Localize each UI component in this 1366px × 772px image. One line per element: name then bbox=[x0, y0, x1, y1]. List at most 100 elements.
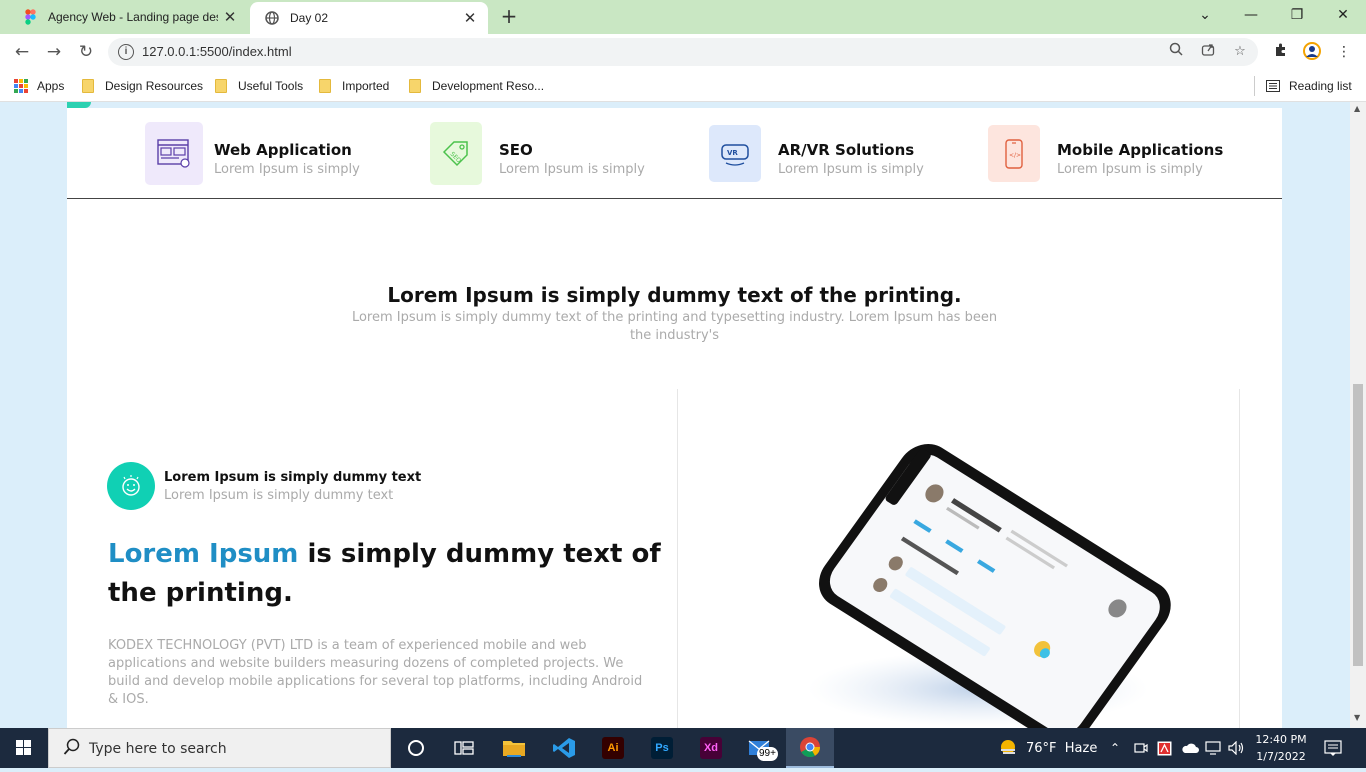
chrome-icon[interactable] bbox=[786, 728, 834, 768]
tab-day-02[interactable]: Day 02 ✕ bbox=[250, 2, 488, 34]
profile-avatar[interactable] bbox=[1302, 42, 1322, 62]
vscode-icon[interactable] bbox=[540, 728, 588, 768]
search-placeholder: Type here to search bbox=[89, 741, 227, 757]
illustrator-icon[interactable]: Ai bbox=[589, 728, 637, 768]
show-hidden-icons-icon[interactable]: ⌃ bbox=[1110, 728, 1120, 768]
start-button[interactable] bbox=[0, 728, 48, 768]
bookmark-imported[interactable]: Imported bbox=[319, 77, 389, 95]
bookmarks-bar: Apps Design Resources Useful Tools Impor… bbox=[0, 70, 1366, 102]
svg-text:VR: VR bbox=[727, 149, 738, 157]
clock-date: 1/7/2022 bbox=[1256, 750, 1306, 763]
share-icon[interactable] bbox=[1198, 42, 1218, 62]
phone-illustration bbox=[808, 443, 1171, 728]
system-clock[interactable]: 12:40 PM 1/7/2022 bbox=[1253, 731, 1309, 765]
taskbar-search[interactable]: Type here to search bbox=[48, 728, 391, 768]
service-subtitle: Lorem Ipsum is simply bbox=[778, 162, 924, 177]
tab-strip: Agency Web - Landing page desi ✕ Day 02 … bbox=[0, 0, 1366, 34]
clock-time: 12:40 PM bbox=[1255, 733, 1307, 746]
tab-search-icon[interactable]: ⌄ bbox=[1182, 0, 1228, 32]
folder-icon bbox=[215, 79, 227, 93]
site-info-icon[interactable]: i bbox=[118, 44, 134, 60]
bookmark-label: Useful Tools bbox=[238, 79, 304, 93]
browser-toolbar: ← → ↻ i 127.0.0.1:5500/index.html ☆ ⋮ bbox=[0, 34, 1366, 70]
scroll-down-arrow-icon[interactable]: ▼ bbox=[1354, 713, 1360, 722]
divider bbox=[1254, 76, 1255, 96]
cortana-icon[interactable] bbox=[392, 728, 440, 768]
search-icon bbox=[63, 738, 81, 760]
service-title: Mobile Applications bbox=[1057, 141, 1224, 159]
zoom-icon[interactable] bbox=[1166, 42, 1186, 62]
reading-list-button[interactable]: Reading list bbox=[1266, 77, 1352, 95]
restore-button[interactable]: ❐ bbox=[1274, 0, 1320, 32]
feature-heading: Lorem Ipsum is simply dummy text of the … bbox=[108, 535, 678, 613]
bookmark-development-resources[interactable]: Development Reso... bbox=[409, 77, 544, 95]
url-text: 127.0.0.1:5500/index.html bbox=[142, 44, 292, 59]
file-explorer-icon[interactable] bbox=[490, 728, 538, 768]
close-window-button[interactable]: ✕ bbox=[1320, 0, 1366, 32]
bookmark-apps[interactable]: Apps bbox=[14, 77, 64, 95]
meet-now-icon[interactable] bbox=[1134, 728, 1148, 768]
windows-taskbar: Type here to search Ai Ps Xd 99+ 76°F Ha… bbox=[0, 728, 1366, 768]
weather-haze-icon bbox=[998, 738, 1018, 758]
tab-close-icon[interactable]: ✕ bbox=[218, 8, 242, 26]
apps-grid-icon bbox=[14, 79, 28, 93]
forward-icon[interactable]: → bbox=[40, 38, 68, 66]
mail-icon[interactable]: 99+ bbox=[737, 728, 785, 768]
minimize-button[interactable]: — bbox=[1228, 0, 1274, 32]
acrobat-icon[interactable] bbox=[1157, 728, 1172, 768]
service-subtitle: Lorem Ipsum is simply bbox=[214, 162, 360, 177]
photoshop-icon[interactable]: Ps bbox=[638, 728, 686, 768]
bookmark-star-icon[interactable]: ☆ bbox=[1230, 42, 1250, 62]
back-icon[interactable]: ← bbox=[8, 38, 36, 66]
reading-list-icon bbox=[1266, 80, 1280, 92]
figma-icon bbox=[22, 9, 38, 25]
adobe-xd-icon[interactable]: Xd bbox=[687, 728, 735, 768]
page-viewport: Web Application Lorem Ipsum is simply SE… bbox=[0, 102, 1350, 728]
network-icon[interactable] bbox=[1205, 728, 1221, 768]
notifications-icon[interactable] bbox=[1324, 728, 1342, 768]
service-subtitle: Lorem Ipsum is simply bbox=[499, 162, 645, 177]
seo-tag-icon: SEO bbox=[430, 122, 482, 185]
service-title: SEO bbox=[499, 141, 533, 159]
extensions-icon[interactable] bbox=[1270, 42, 1290, 62]
folder-icon bbox=[409, 79, 421, 93]
smiley-icon bbox=[107, 462, 155, 510]
bookmark-label: Development Reso... bbox=[432, 79, 545, 93]
service-title: AR/VR Solutions bbox=[778, 141, 915, 159]
service-title: Web Application bbox=[214, 141, 352, 159]
onedrive-icon[interactable] bbox=[1181, 728, 1199, 768]
bookmark-label: Design Resources bbox=[105, 79, 204, 93]
bookmark-label: Imported bbox=[342, 79, 390, 93]
folder-icon bbox=[82, 79, 94, 93]
feature-paragraph: KODEX TECHNOLOGY (PVT) LTD is a team of … bbox=[108, 638, 643, 707]
tab-close-icon[interactable]: ✕ bbox=[458, 9, 482, 27]
services-bar: Web Application Lorem Ipsum is simply SE… bbox=[67, 108, 1282, 199]
bookmark-label: Apps bbox=[37, 79, 65, 93]
scroll-thumb[interactable] bbox=[1353, 384, 1363, 666]
feature-heading-accent: Lorem Ipsum bbox=[108, 539, 299, 569]
weather-widget[interactable]: 76°F Haze bbox=[998, 728, 1097, 768]
section-heading: Lorem Ipsum is simply dummy text of the … bbox=[387, 283, 962, 307]
volume-icon[interactable] bbox=[1228, 728, 1246, 768]
web-app-icon bbox=[145, 122, 203, 185]
mobile-code-icon: </> bbox=[988, 125, 1040, 182]
reading-list-label: Reading list bbox=[1289, 79, 1352, 93]
task-view-icon[interactable] bbox=[440, 728, 488, 768]
scroll-up-arrow-icon[interactable]: ▲ bbox=[1354, 104, 1360, 113]
phone-illustration-card bbox=[677, 389, 1240, 728]
bookmark-design-resources[interactable]: Design Resources bbox=[82, 77, 203, 95]
section-subheading: Lorem Ipsum is simply dummy text of the … bbox=[351, 310, 998, 343]
address-bar[interactable]: i 127.0.0.1:5500/index.html ☆ bbox=[108, 38, 1258, 66]
new-tab-button[interactable]: + bbox=[498, 5, 520, 27]
menu-icon[interactable]: ⋮ bbox=[1334, 42, 1354, 62]
feature-title: Lorem Ipsum is simply dummy text bbox=[164, 470, 422, 485]
tab-agency-web[interactable]: Agency Web - Landing page desi ✕ bbox=[8, 0, 248, 34]
page-scrollbar[interactable]: ▲ ▼ bbox=[1350, 102, 1366, 728]
feature-subtitle: Lorem Ipsum is simply dummy text bbox=[164, 488, 394, 503]
bookmark-useful-tools[interactable]: Useful Tools bbox=[215, 77, 303, 95]
folder-icon bbox=[319, 79, 331, 93]
mail-badge: 99+ bbox=[757, 747, 778, 761]
globe-icon bbox=[264, 10, 280, 26]
svg-text:</>: </> bbox=[1009, 152, 1021, 159]
reload-icon[interactable]: ↻ bbox=[72, 38, 100, 66]
